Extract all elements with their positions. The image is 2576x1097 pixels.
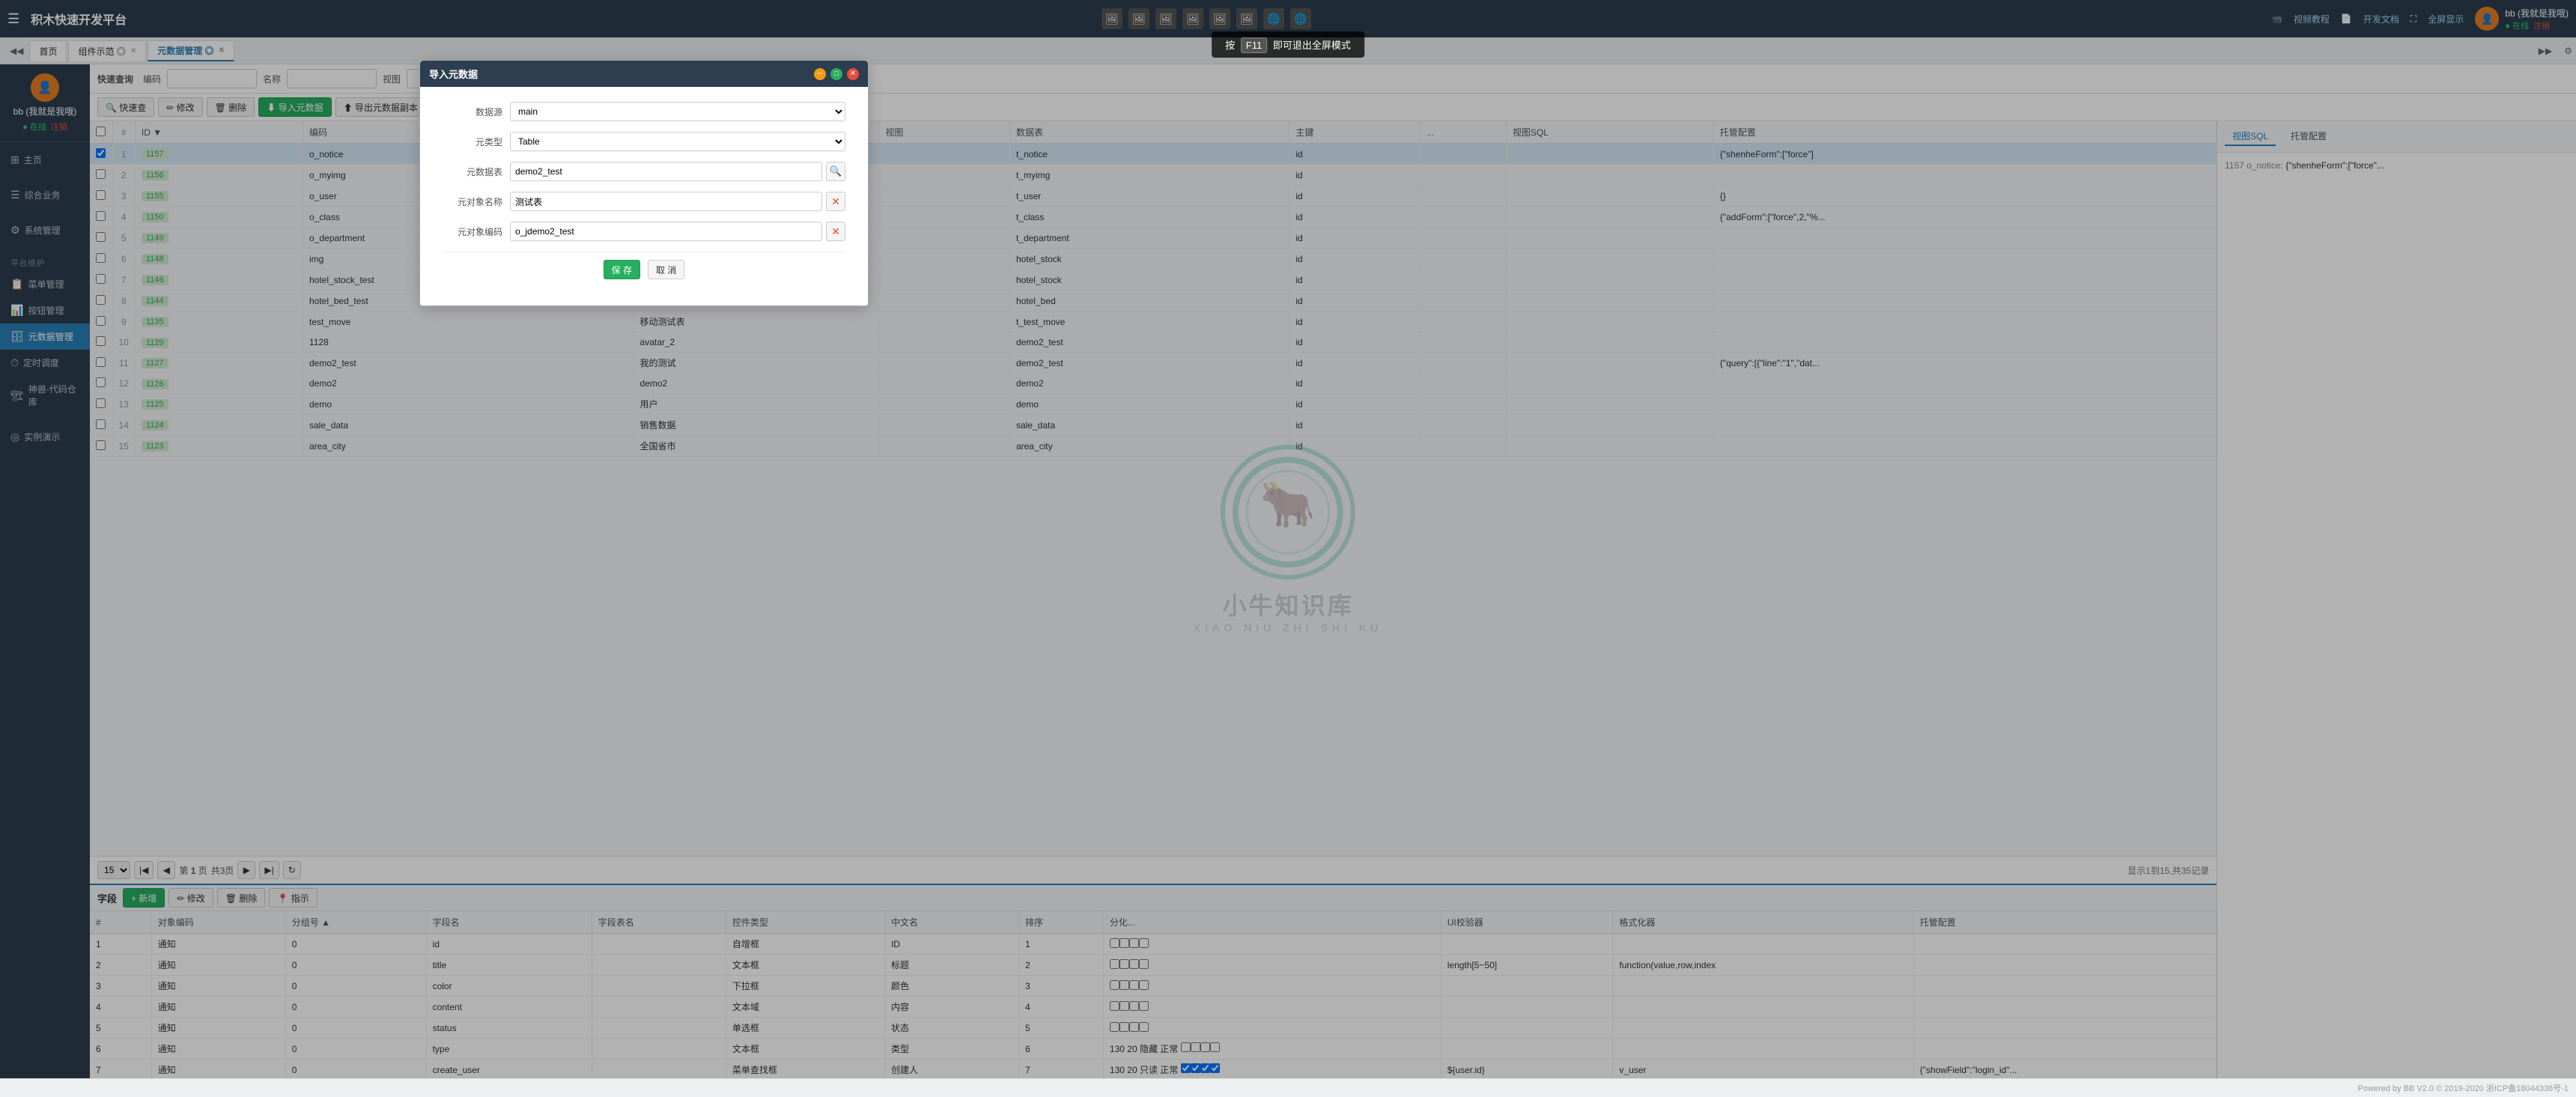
dialog-datasource-select[interactable]: main test prod <box>510 102 845 121</box>
dialog-row-elementtype: 元类型 Table View Query <box>443 132 845 151</box>
dialog-elementtype-select[interactable]: Table View Query <box>510 132 845 151</box>
dialog-elementobj-input[interactable] <box>510 192 822 211</box>
dialog-datasource-label: 数据源 <box>443 106 502 118</box>
import-dialog: 导入元数据 ─ □ ✕ 数据源 main test prod 元类型 <box>419 60 869 306</box>
dialog-elementcode-input[interactable] <box>510 222 822 241</box>
dialog-elementcode-clear-btn[interactable]: ✕ <box>826 222 845 241</box>
f11-key: F11 <box>1241 37 1267 53</box>
dialog-title: 导入元数据 <box>429 67 478 81</box>
dialog-footer: 保 存 取 消 <box>443 252 845 291</box>
dialog-datasource-control: main test prod <box>510 102 845 121</box>
dialog-elementdata-search-btn[interactable]: 🔍 <box>826 162 845 181</box>
dialog-titlebar: 导入元数据 ─ □ ✕ <box>420 61 868 87</box>
footer-text: Powered by BB V2.0 © 2019-2020 浙ICP备1804… <box>2358 1084 2569 1093</box>
dialog-elementtype-label: 元类型 <box>443 136 502 148</box>
dialog-controls: ─ □ ✕ <box>814 68 859 80</box>
dialog-maximize-btn[interactable]: □ <box>830 68 842 80</box>
dialog-elementobj-label: 元对象名称 <box>443 195 502 208</box>
dialog-elementcode-control: ✕ <box>510 222 845 241</box>
dialog-row-datasource: 数据源 main test prod <box>443 102 845 121</box>
dialog-elementdata-input[interactable] <box>510 162 822 181</box>
dialog-elementdata-label: 元数据表 <box>443 165 502 178</box>
dialog-cancel-btn[interactable]: 取 消 <box>648 260 684 279</box>
dialog-elementobj-control: ✕ <box>510 192 845 211</box>
dialog-row-elementcode: 元对象编码 ✕ <box>443 222 845 241</box>
dialog-elementcode-label: 元对象编码 <box>443 225 502 238</box>
dialog-row-elementdata: 元数据表 🔍 <box>443 162 845 181</box>
dialog-close-btn[interactable]: ✕ <box>847 68 859 80</box>
dialog-elementdata-control: 🔍 <box>510 162 845 181</box>
dialog-row-elementobj: 元对象名称 ✕ <box>443 192 845 211</box>
dialog-elementtype-control: Table View Query <box>510 132 845 151</box>
dialog-save-btn[interactable]: 保 存 <box>604 260 640 279</box>
dialog-body: 数据源 main test prod 元类型 Table View Query <box>420 87 868 306</box>
f11-hint: 按 F11 即可退出全屏模式 <box>1212 31 1364 58</box>
import-dialog-overlay: 导入元数据 ─ □ ✕ 数据源 main test prod 元类型 <box>0 0 2576 1078</box>
dialog-minimize-btn[interactable]: ─ <box>814 68 826 80</box>
dialog-elementobj-clear-btn[interactable]: ✕ <box>826 192 845 211</box>
footer: Powered by BB V2.0 © 2019-2020 浙ICP备1804… <box>0 1078 2576 1097</box>
